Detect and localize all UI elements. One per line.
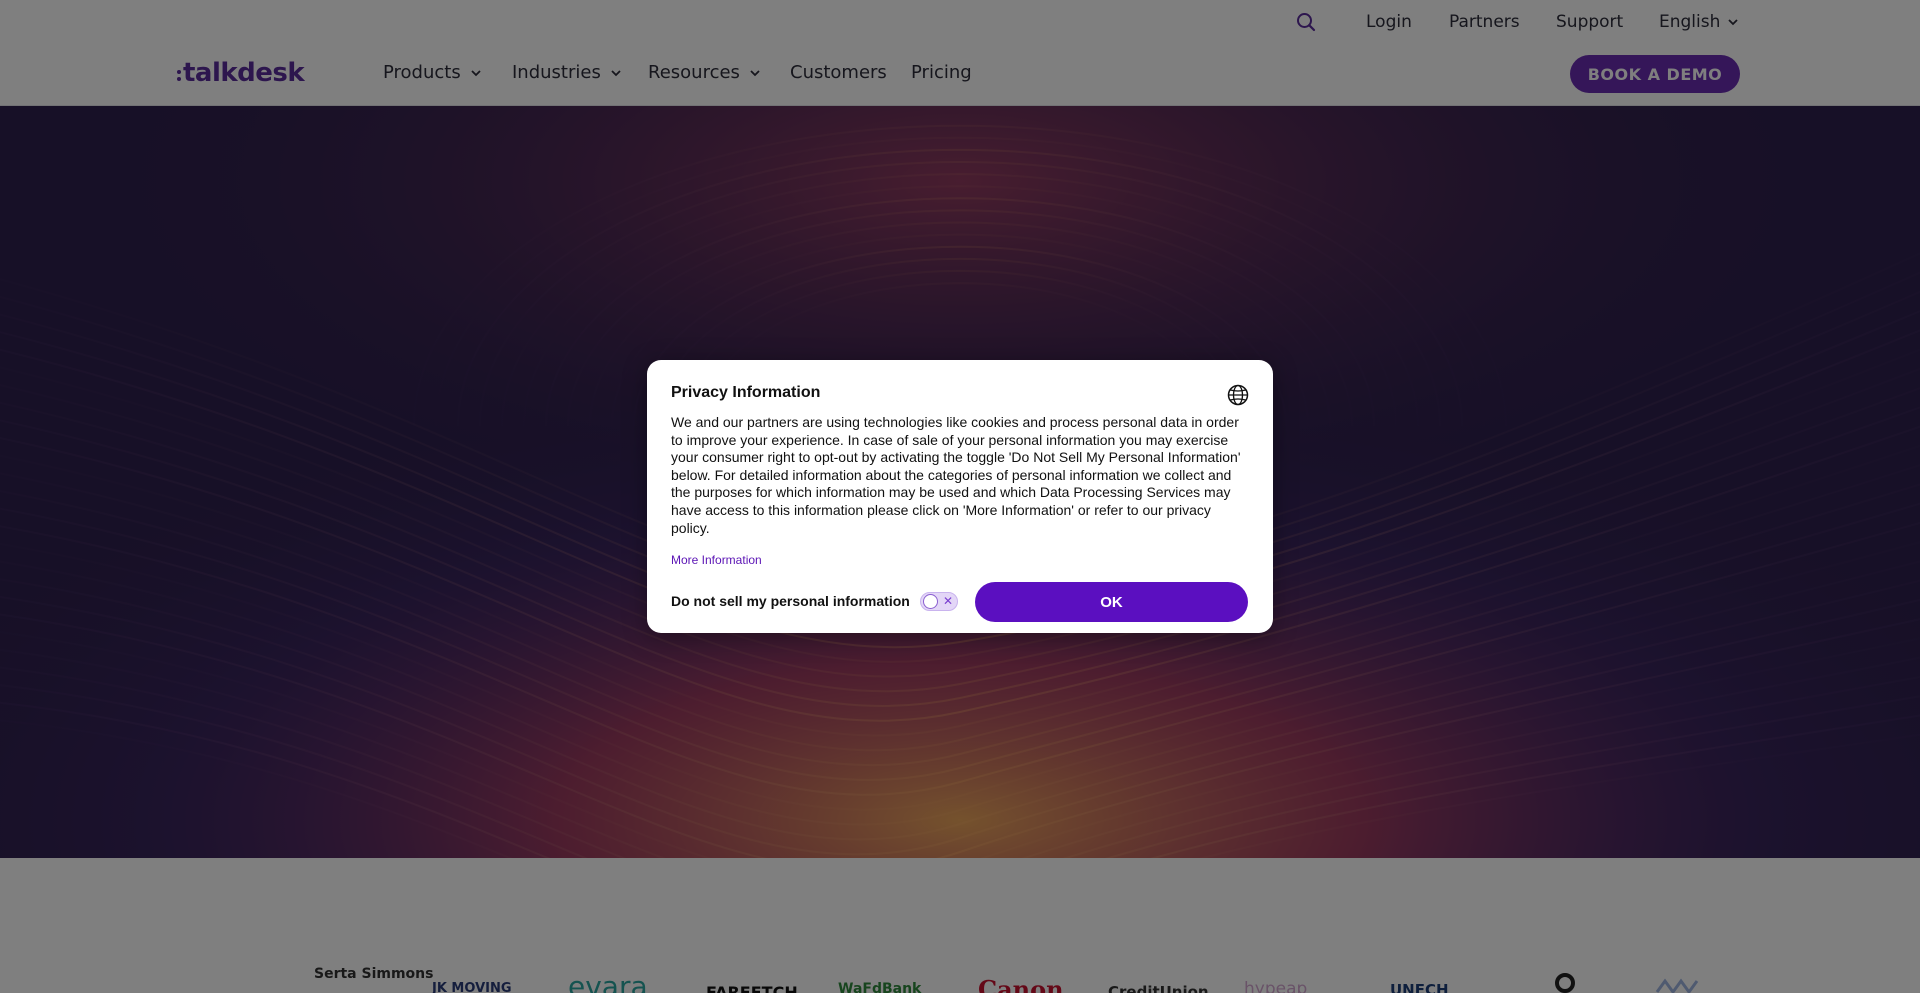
ok-button[interactable]: OK xyxy=(975,582,1248,622)
do-not-sell-toggle[interactable]: ✕ xyxy=(920,592,958,611)
privacy-modal: Privacy Information We and our partners … xyxy=(647,360,1273,633)
close-icon: ✕ xyxy=(943,594,954,608)
privacy-modal-body: We and our partners are using technologi… xyxy=(671,414,1241,536)
do-not-sell-label: Do not sell my personal information xyxy=(671,593,910,609)
globe-icon[interactable] xyxy=(1227,384,1249,406)
toggle-knob xyxy=(923,594,938,609)
more-information-link[interactable]: More Information xyxy=(671,553,762,567)
privacy-modal-title: Privacy Information xyxy=(671,384,821,401)
